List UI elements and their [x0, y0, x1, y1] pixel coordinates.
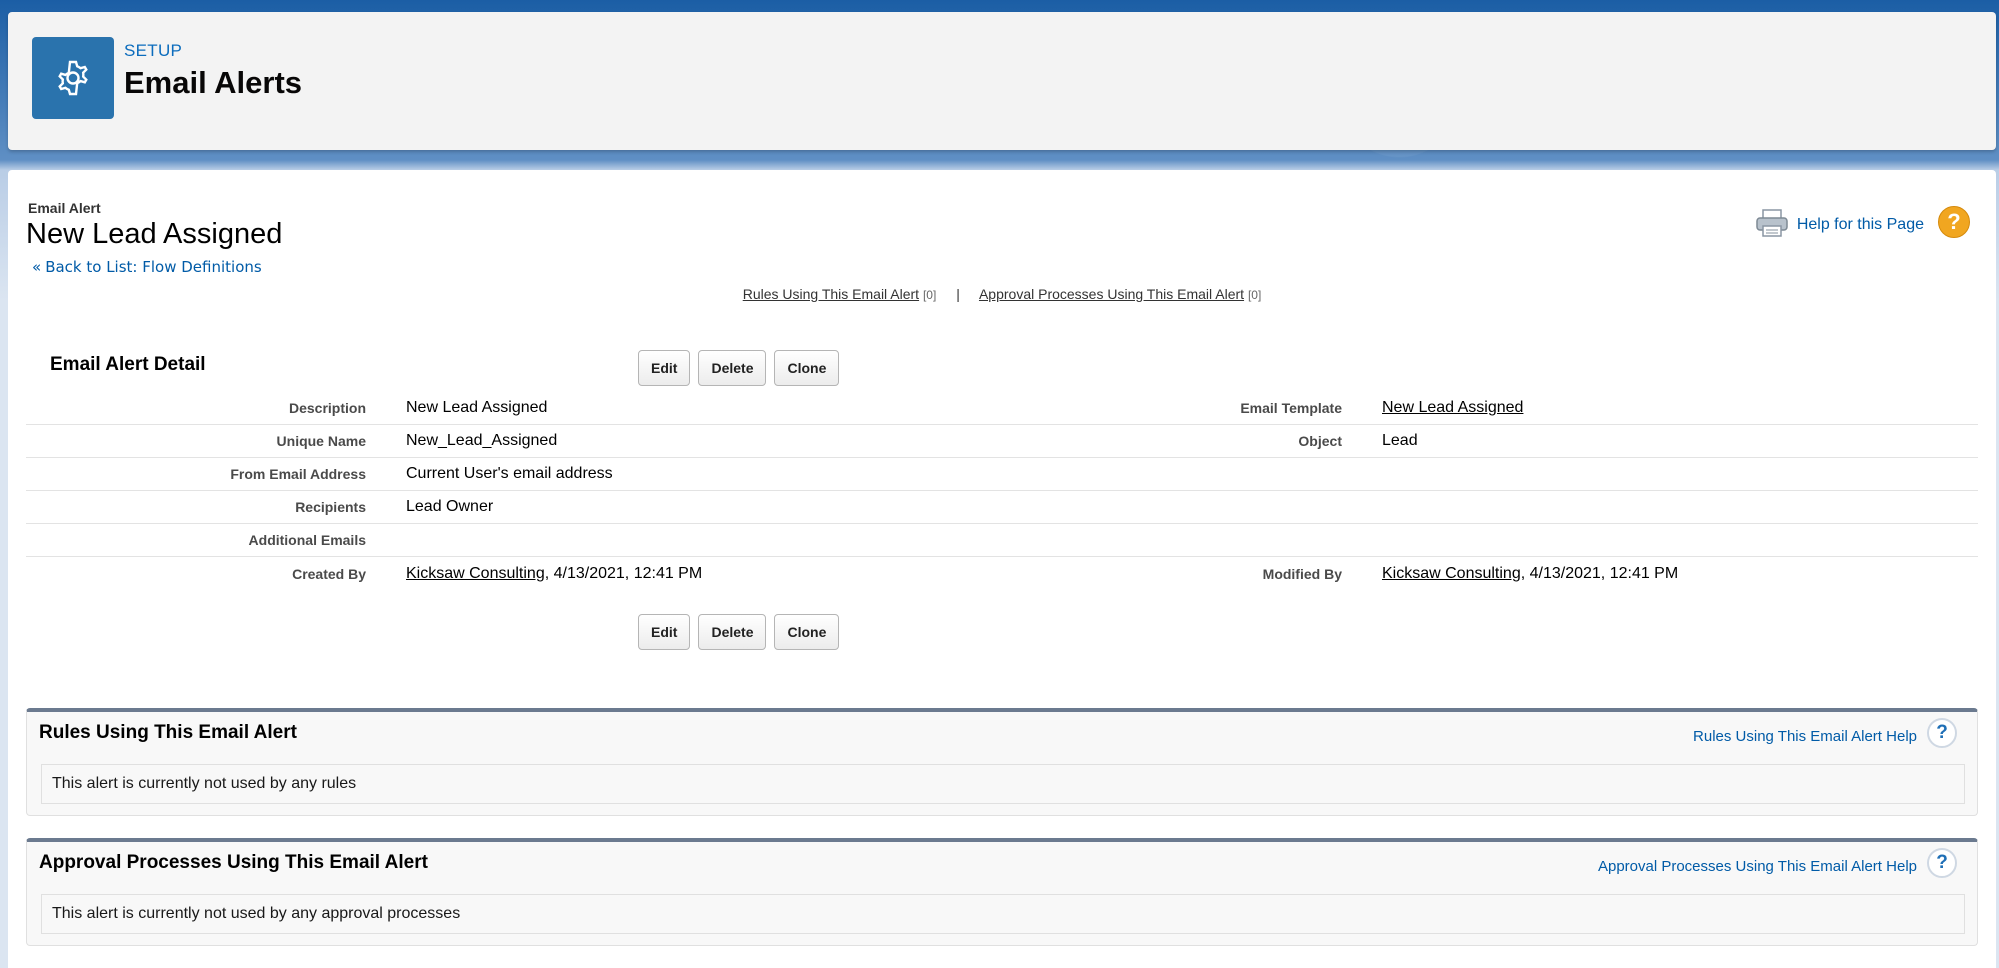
field-label: Unique Name	[276, 433, 366, 449]
empty-list-message: This alert is currently not used by any …	[41, 894, 1965, 934]
field-value: Current User's email address	[406, 465, 613, 482]
bottom-button-row: Edit Delete Clone	[638, 614, 840, 650]
related-list-title: Rules Using This Email Alert	[39, 722, 297, 743]
email-template-link[interactable]: New Lead Assigned	[1382, 399, 1523, 416]
record-type-label: Email Alert	[28, 200, 101, 216]
help-icon[interactable]: ?	[1927, 718, 1957, 748]
field-label: Email Template	[1240, 400, 1342, 416]
detail-row: Recipients Lead Owner	[26, 491, 1978, 524]
page-header-title: Email Alerts	[124, 65, 303, 100]
detail-row: From Email Address Current User's email …	[26, 458, 1978, 491]
help-area: Help for this Page ?	[1755, 206, 1970, 238]
field-value: New Lead Assigned	[406, 399, 548, 416]
related-list-links: Rules Using This Email Alert [0] | Appro…	[8, 286, 1996, 302]
edit-button[interactable]: Edit	[638, 350, 691, 386]
detail-section-title: Email Alert Detail	[50, 354, 206, 375]
related-list-title: Approval Processes Using This Email Aler…	[39, 852, 428, 873]
delete-button[interactable]: Delete	[698, 614, 767, 650]
top-button-row: Edit Delete Clone	[638, 350, 840, 386]
help-icon[interactable]: ?	[1938, 206, 1970, 238]
detail-row: Unique Name New_Lead_Assigned Object Lea…	[26, 425, 1978, 458]
setup-breadcrumb[interactable]: SETUP	[124, 41, 182, 61]
field-value: Lead Owner	[406, 498, 494, 515]
edit-button[interactable]: Edit	[638, 614, 691, 650]
page-title: New Lead Assigned	[26, 218, 283, 250]
back-arrow-icon: «	[32, 258, 42, 276]
detail-row: Created By Kicksaw Consulting, 4/13/2021…	[26, 557, 1978, 590]
field-value: Lead	[1382, 432, 1418, 449]
rules-related-list: Rules Using This Email Alert Rules Using…	[26, 708, 1978, 816]
setup-header: SETUP Email Alerts	[8, 12, 1996, 150]
setup-app-icon	[32, 37, 114, 119]
detail-table: Description New Lead Assigned Email Temp…	[26, 392, 1978, 590]
main-content: Email Alert New Lead Assigned «Back to L…	[8, 170, 1996, 968]
created-by-user-link[interactable]: Kicksaw Consulting	[406, 565, 545, 582]
field-label: Object	[1298, 433, 1342, 449]
empty-list-message: This alert is currently not used by any …	[41, 764, 1965, 804]
back-to-list-label[interactable]: Back to List: Flow Definitions	[45, 258, 262, 276]
approval-related-list: Approval Processes Using This Email Aler…	[26, 838, 1978, 946]
approval-count: [0]	[1247, 288, 1262, 302]
detail-row: Additional Emails	[26, 524, 1978, 557]
link-separator: |	[956, 286, 960, 302]
clone-button[interactable]: Clone	[774, 614, 840, 650]
approval-help-link[interactable]: Approval Processes Using This Email Aler…	[1598, 858, 1917, 875]
modified-date: , 4/13/2021, 12:41 PM	[1520, 564, 1679, 582]
field-value: New_Lead_Assigned	[406, 432, 558, 449]
approval-related-link[interactable]: Approval Processes Using This Email Aler…	[979, 286, 1244, 302]
help-icon[interactable]: ?	[1927, 848, 1957, 878]
rules-count: [0]	[922, 288, 937, 302]
rules-related-link[interactable]: Rules Using This Email Alert	[743, 286, 919, 302]
rules-help-link[interactable]: Rules Using This Email Alert Help	[1693, 728, 1917, 745]
help-for-page-link[interactable]: Help for this Page	[1797, 216, 1924, 234]
field-label: Additional Emails	[248, 532, 366, 548]
field-label: From Email Address	[230, 466, 366, 482]
clone-button[interactable]: Clone	[774, 350, 840, 386]
delete-button[interactable]: Delete	[698, 350, 767, 386]
gear-icon	[58, 60, 88, 96]
printer-icon[interactable]	[1755, 208, 1789, 238]
created-date: , 4/13/2021, 12:41 PM	[544, 564, 703, 582]
field-label: Modified By	[1262, 565, 1342, 582]
modified-by-user-link[interactable]: Kicksaw Consulting	[1382, 565, 1521, 582]
back-to-list-link[interactable]: «Back to List: Flow Definitions	[32, 258, 262, 276]
field-label: Description	[288, 400, 366, 416]
field-label: Created By	[292, 565, 366, 582]
detail-row: Description New Lead Assigned Email Temp…	[26, 392, 1978, 425]
field-label: Recipients	[295, 499, 366, 515]
